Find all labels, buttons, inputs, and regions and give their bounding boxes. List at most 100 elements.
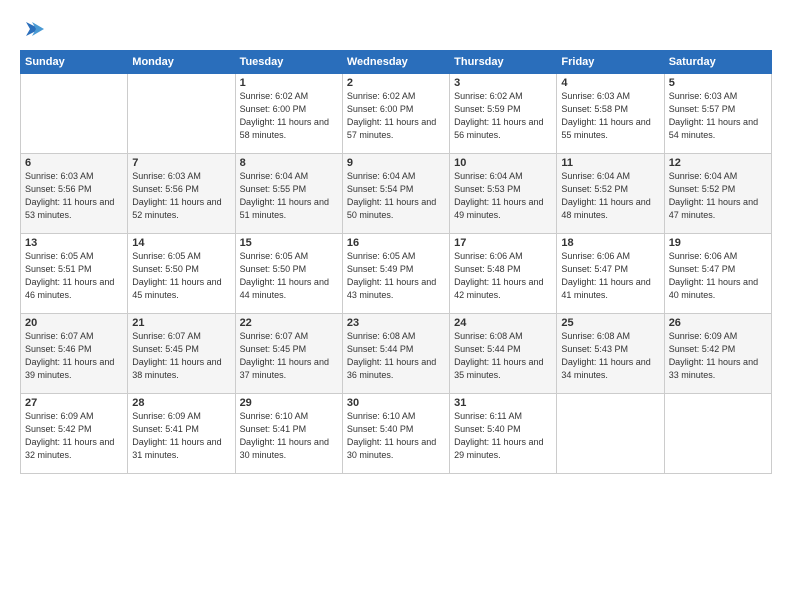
day-cell: 31Sunrise: 6:11 AMSunset: 5:40 PMDayligh… — [450, 394, 557, 474]
day-cell: 20Sunrise: 6:07 AMSunset: 5:46 PMDayligh… — [21, 314, 128, 394]
day-cell: 5Sunrise: 6:03 AMSunset: 5:57 PMDaylight… — [664, 74, 771, 154]
header-cell-wednesday: Wednesday — [342, 51, 449, 74]
day-info: Sunrise: 6:02 AMSunset: 6:00 PMDaylight:… — [240, 90, 338, 142]
day-cell: 27Sunrise: 6:09 AMSunset: 5:42 PMDayligh… — [21, 394, 128, 474]
day-number: 19 — [669, 237, 767, 249]
day-info: Sunrise: 6:08 AMSunset: 5:44 PMDaylight:… — [347, 330, 445, 382]
day-info: Sunrise: 6:05 AMSunset: 5:50 PMDaylight:… — [132, 250, 230, 302]
day-cell: 25Sunrise: 6:08 AMSunset: 5:43 PMDayligh… — [557, 314, 664, 394]
day-info: Sunrise: 6:06 AMSunset: 5:48 PMDaylight:… — [454, 250, 552, 302]
week-row-2: 6Sunrise: 6:03 AMSunset: 5:56 PMDaylight… — [21, 154, 772, 234]
day-number: 8 — [240, 157, 338, 169]
day-number: 2 — [347, 77, 445, 89]
day-number: 16 — [347, 237, 445, 249]
day-number: 29 — [240, 397, 338, 409]
day-cell: 1Sunrise: 6:02 AMSunset: 6:00 PMDaylight… — [235, 74, 342, 154]
logo — [20, 18, 44, 40]
day-number: 10 — [454, 157, 552, 169]
day-cell: 23Sunrise: 6:08 AMSunset: 5:44 PMDayligh… — [342, 314, 449, 394]
day-cell: 19Sunrise: 6:06 AMSunset: 5:47 PMDayligh… — [664, 234, 771, 314]
day-cell: 26Sunrise: 6:09 AMSunset: 5:42 PMDayligh… — [664, 314, 771, 394]
day-cell — [21, 74, 128, 154]
day-number: 12 — [669, 157, 767, 169]
week-row-5: 27Sunrise: 6:09 AMSunset: 5:42 PMDayligh… — [21, 394, 772, 474]
day-cell: 3Sunrise: 6:02 AMSunset: 5:59 PMDaylight… — [450, 74, 557, 154]
day-cell — [128, 74, 235, 154]
day-number: 18 — [561, 237, 659, 249]
day-info: Sunrise: 6:02 AMSunset: 6:00 PMDaylight:… — [347, 90, 445, 142]
day-number: 17 — [454, 237, 552, 249]
day-info: Sunrise: 6:09 AMSunset: 5:42 PMDaylight:… — [669, 330, 767, 382]
day-info: Sunrise: 6:09 AMSunset: 5:41 PMDaylight:… — [132, 410, 230, 462]
day-number: 28 — [132, 397, 230, 409]
day-number: 1 — [240, 77, 338, 89]
day-info: Sunrise: 6:09 AMSunset: 5:42 PMDaylight:… — [25, 410, 123, 462]
day-cell: 10Sunrise: 6:04 AMSunset: 5:53 PMDayligh… — [450, 154, 557, 234]
day-number: 5 — [669, 77, 767, 89]
header-cell-sunday: Sunday — [21, 51, 128, 74]
day-info: Sunrise: 6:02 AMSunset: 5:59 PMDaylight:… — [454, 90, 552, 142]
day-cell: 14Sunrise: 6:05 AMSunset: 5:50 PMDayligh… — [128, 234, 235, 314]
day-number: 23 — [347, 317, 445, 329]
day-number: 11 — [561, 157, 659, 169]
day-cell: 28Sunrise: 6:09 AMSunset: 5:41 PMDayligh… — [128, 394, 235, 474]
header-cell-thursday: Thursday — [450, 51, 557, 74]
day-number: 22 — [240, 317, 338, 329]
day-cell: 18Sunrise: 6:06 AMSunset: 5:47 PMDayligh… — [557, 234, 664, 314]
day-cell: 2Sunrise: 6:02 AMSunset: 6:00 PMDaylight… — [342, 74, 449, 154]
day-cell: 21Sunrise: 6:07 AMSunset: 5:45 PMDayligh… — [128, 314, 235, 394]
day-number: 30 — [347, 397, 445, 409]
day-info: Sunrise: 6:05 AMSunset: 5:50 PMDaylight:… — [240, 250, 338, 302]
day-number: 9 — [347, 157, 445, 169]
day-number: 26 — [669, 317, 767, 329]
day-number: 25 — [561, 317, 659, 329]
day-info: Sunrise: 6:06 AMSunset: 5:47 PMDaylight:… — [561, 250, 659, 302]
day-cell: 9Sunrise: 6:04 AMSunset: 5:54 PMDaylight… — [342, 154, 449, 234]
day-cell — [557, 394, 664, 474]
day-cell: 13Sunrise: 6:05 AMSunset: 5:51 PMDayligh… — [21, 234, 128, 314]
day-info: Sunrise: 6:08 AMSunset: 5:43 PMDaylight:… — [561, 330, 659, 382]
day-number: 24 — [454, 317, 552, 329]
day-number: 7 — [132, 157, 230, 169]
day-info: Sunrise: 6:05 AMSunset: 5:49 PMDaylight:… — [347, 250, 445, 302]
day-number: 15 — [240, 237, 338, 249]
day-info: Sunrise: 6:07 AMSunset: 5:45 PMDaylight:… — [240, 330, 338, 382]
logo-arrow-icon — [22, 18, 44, 40]
week-row-3: 13Sunrise: 6:05 AMSunset: 5:51 PMDayligh… — [21, 234, 772, 314]
week-row-1: 1Sunrise: 6:02 AMSunset: 6:00 PMDaylight… — [21, 74, 772, 154]
day-info: Sunrise: 6:07 AMSunset: 5:46 PMDaylight:… — [25, 330, 123, 382]
day-cell: 8Sunrise: 6:04 AMSunset: 5:55 PMDaylight… — [235, 154, 342, 234]
header-row: SundayMondayTuesdayWednesdayThursdayFrid… — [21, 51, 772, 74]
day-info: Sunrise: 6:04 AMSunset: 5:54 PMDaylight:… — [347, 170, 445, 222]
day-number: 21 — [132, 317, 230, 329]
day-info: Sunrise: 6:04 AMSunset: 5:52 PMDaylight:… — [669, 170, 767, 222]
day-info: Sunrise: 6:04 AMSunset: 5:53 PMDaylight:… — [454, 170, 552, 222]
day-info: Sunrise: 6:08 AMSunset: 5:44 PMDaylight:… — [454, 330, 552, 382]
day-info: Sunrise: 6:10 AMSunset: 5:40 PMDaylight:… — [347, 410, 445, 462]
week-row-4: 20Sunrise: 6:07 AMSunset: 5:46 PMDayligh… — [21, 314, 772, 394]
day-cell: 12Sunrise: 6:04 AMSunset: 5:52 PMDayligh… — [664, 154, 771, 234]
header-cell-tuesday: Tuesday — [235, 51, 342, 74]
day-info: Sunrise: 6:03 AMSunset: 5:58 PMDaylight:… — [561, 90, 659, 142]
day-number: 13 — [25, 237, 123, 249]
day-info: Sunrise: 6:10 AMSunset: 5:41 PMDaylight:… — [240, 410, 338, 462]
page: SundayMondayTuesdayWednesdayThursdayFrid… — [0, 0, 792, 612]
day-cell: 29Sunrise: 6:10 AMSunset: 5:41 PMDayligh… — [235, 394, 342, 474]
day-info: Sunrise: 6:06 AMSunset: 5:47 PMDaylight:… — [669, 250, 767, 302]
day-info: Sunrise: 6:03 AMSunset: 5:57 PMDaylight:… — [669, 90, 767, 142]
header-cell-friday: Friday — [557, 51, 664, 74]
header-cell-monday: Monday — [128, 51, 235, 74]
day-info: Sunrise: 6:07 AMSunset: 5:45 PMDaylight:… — [132, 330, 230, 382]
day-cell: 17Sunrise: 6:06 AMSunset: 5:48 PMDayligh… — [450, 234, 557, 314]
header — [20, 18, 772, 40]
day-info: Sunrise: 6:05 AMSunset: 5:51 PMDaylight:… — [25, 250, 123, 302]
day-number: 31 — [454, 397, 552, 409]
day-cell: 24Sunrise: 6:08 AMSunset: 5:44 PMDayligh… — [450, 314, 557, 394]
day-cell: 4Sunrise: 6:03 AMSunset: 5:58 PMDaylight… — [557, 74, 664, 154]
day-cell: 7Sunrise: 6:03 AMSunset: 5:56 PMDaylight… — [128, 154, 235, 234]
calendar-table: SundayMondayTuesdayWednesdayThursdayFrid… — [20, 50, 772, 474]
day-cell: 22Sunrise: 6:07 AMSunset: 5:45 PMDayligh… — [235, 314, 342, 394]
header-cell-saturday: Saturday — [664, 51, 771, 74]
day-cell: 6Sunrise: 6:03 AMSunset: 5:56 PMDaylight… — [21, 154, 128, 234]
day-info: Sunrise: 6:11 AMSunset: 5:40 PMDaylight:… — [454, 410, 552, 462]
